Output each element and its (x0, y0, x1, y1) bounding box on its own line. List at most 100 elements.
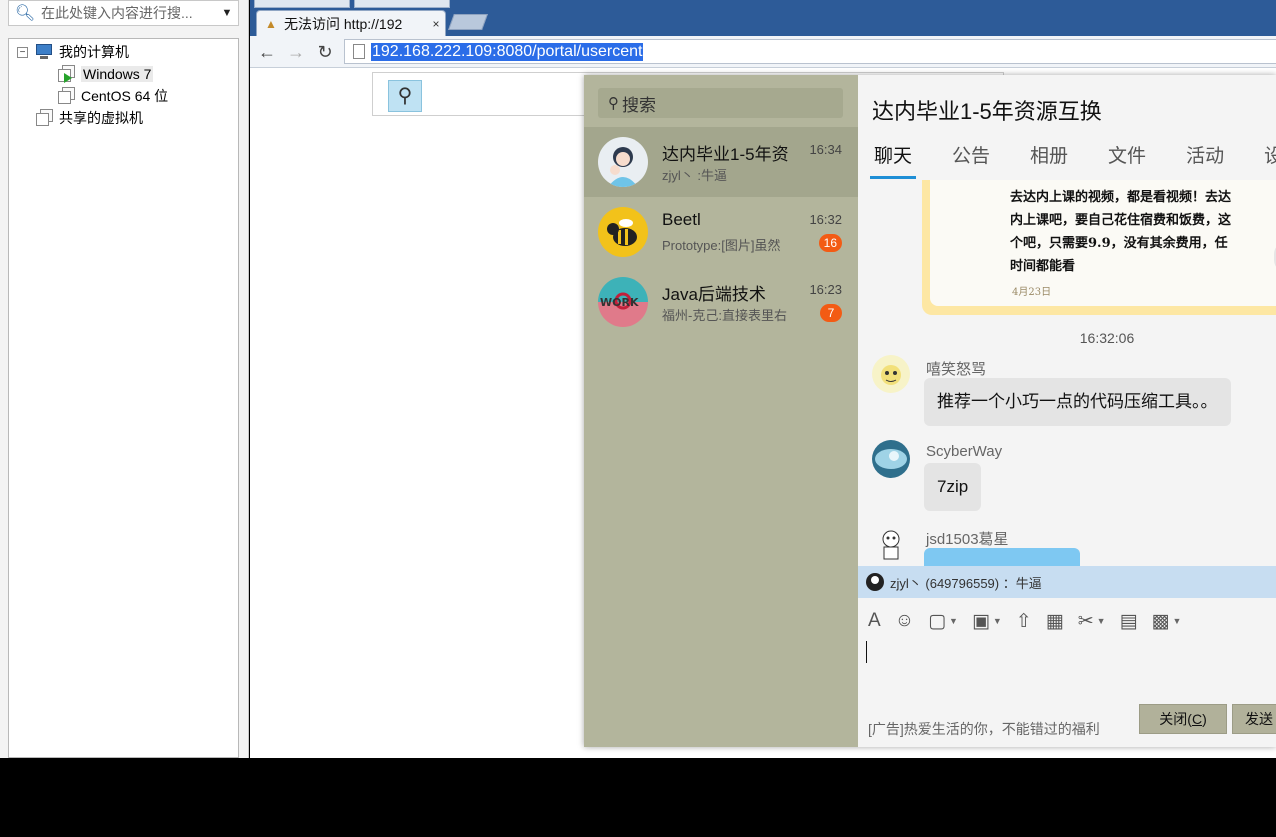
avatar (866, 573, 884, 591)
shared-vm-icon (35, 109, 55, 127)
vm-icon (57, 87, 77, 105)
chat-window: ⚲ 搜索 达内毕业1-5年资 16:34 zjyl丶 :牛逼 Beetl 16:… (584, 75, 1276, 747)
tree-item-centos[interactable]: CentOS 64 位 (57, 86, 168, 106)
tree-item-shared-vms[interactable]: 共享的虚拟机 (35, 108, 143, 128)
sender-name: 嘻笑怒骂 (926, 361, 987, 378)
message-input[interactable] (858, 638, 1276, 698)
poster-line: 时间都能看 (1010, 259, 1076, 274)
group-tabs: 聊天 公告 相册 文件 活动 设置 (870, 137, 1276, 179)
conversation-preview: zjyl丶 :牛逼 (662, 168, 728, 183)
sender-avatar[interactable] (872, 525, 910, 563)
conversation-item[interactable]: 达内毕业1-5年资 16:34 zjyl丶 :牛逼 (584, 127, 858, 197)
close-label-tail: ) (1202, 711, 1207, 727)
browser-toolbar: ← → ↻ 192.168.222.109:8080/portal/userce… (250, 36, 1276, 68)
gif-icon[interactable]: ▢ ▼ (928, 610, 958, 633)
tab-title: 无法访问 http://192 (284, 15, 403, 32)
tree-item-label: 共享的虚拟机 (59, 110, 143, 126)
search-icon: ⚲ (608, 95, 619, 112)
close-label: 关闭( (1159, 711, 1192, 727)
background-tab[interactable] (254, 0, 350, 8)
vm-tree: − 我的计算机 Windows 7 CentOS 64 位 共享的虚拟机 (8, 38, 239, 758)
font-icon[interactable]: A (868, 610, 881, 632)
chevron-down-icon: ▼ (949, 616, 958, 626)
conversation-name: Beetl (662, 210, 701, 229)
sender-avatar[interactable] (872, 355, 910, 393)
message-bubble[interactable] (924, 548, 1080, 566)
bee-avatar (598, 207, 648, 257)
work-avatar: WORK (598, 277, 648, 327)
tree-item-label: Windows 7 (81, 66, 154, 82)
unread-badge: 16 (818, 234, 842, 252)
chevron-down-icon: ▼ (992, 616, 1002, 626)
message-list: 去达内上课的视频，都是看视频！去达 内上课吧，要自己花住宿费和饭费，这 个吧，只… (858, 180, 1276, 566)
quoted-text: zjyl丶 (649796559) ：牛逼 (890, 575, 1042, 591)
chevron-down-icon[interactable]: ▼ (216, 7, 238, 19)
upload-icon[interactable]: ⇧ (1016, 610, 1032, 633)
back-arrow-icon[interactable]: ← (255, 40, 279, 64)
close-button[interactable]: 关闭(C) (1139, 704, 1227, 734)
group-avatar (598, 137, 648, 187)
address-bar[interactable]: 192.168.222.109:8080/portal/usercent (344, 39, 1276, 64)
emoji-icon[interactable]: ☺ (895, 610, 914, 632)
quoted-message-bar[interactable]: zjyl丶 (649796559) ：牛逼 (858, 566, 1276, 598)
search-icon[interactable]: ⚲ (388, 80, 422, 112)
close-shortcut: C (1191, 711, 1203, 727)
sender-name: jsd1503葛星 (926, 531, 1009, 548)
scissors-icon[interactable]: ✂ ▼ (1078, 610, 1106, 633)
conversation-item[interactable]: WORK Java后端技术 16:23 福州-克己:直接表里右 7 (584, 267, 858, 337)
message-bubble[interactable]: 7zip (924, 463, 982, 511)
conversation-time: 16:32 (809, 212, 842, 227)
poster-line: 内上课吧，要自己花住宿费和饭费，这 (1010, 213, 1232, 228)
chat-history-icon[interactable]: ▩ ▼ (1152, 610, 1182, 633)
background-tab[interactable] (354, 0, 450, 8)
screen-bottom-bar (0, 758, 1276, 837)
poster-line: 去达内上课的视频，都是看视频！去达 (1010, 190, 1232, 205)
browser-tab-strip: ▲ 无法访问 http://192 × (250, 0, 1276, 36)
image-message[interactable]: 去达内上课的视频，都是看视频！去达 内上课吧，要自己花住宿费和饭费，这 个吧，只… (922, 180, 1276, 315)
search-icon: 🔍︎ (14, 5, 36, 22)
sender-name: ScyberWay (926, 443, 1003, 460)
group-title: 达内毕业1-5年资源互换 (872, 99, 1102, 124)
svg-text:WORK: WORK (600, 296, 639, 309)
conversation-time: 16:23 (809, 282, 842, 297)
screen: 🔍︎ 在此处键入内容进行搜... ▼ − 我的计算机 Windows 7 Cen… (0, 0, 1276, 837)
message-bubble[interactable]: 推荐一个小巧一点的代码压缩工具。。 (924, 378, 1231, 426)
close-tab-icon[interactable]: × (427, 17, 445, 31)
message-timestamp: 16:32:06 (1079, 330, 1135, 346)
input-toolbar: A ☺ ▢ ▼ ▣ ▼ ⇧ ▦ ✂ ▼ ▤ ▩ ▼ (868, 606, 1195, 636)
tree-item-label: CentOS 64 位 (81, 88, 169, 104)
tab-announcement[interactable]: 公告 (948, 137, 994, 179)
tab-active[interactable]: ▲ 无法访问 http://192 × (256, 10, 446, 36)
chat-search-box[interactable]: ⚲ 搜索 (598, 88, 843, 118)
unread-badge: 7 (820, 304, 842, 322)
gift-icon[interactable]: ▦ (1046, 610, 1064, 633)
poster-content: 去达内上课的视频，都是看视频！去达 内上课吧，要自己花住宿费和饭费，这 个吧，只… (930, 180, 1276, 306)
chevron-down-icon: ▼ (1172, 616, 1182, 626)
tab-files[interactable]: 文件 (1104, 137, 1150, 179)
conversation-item[interactable]: Beetl 16:32 Prototype:[图片]虽然 16 (584, 197, 858, 267)
background-tabs (254, 0, 594, 8)
sender-avatar[interactable] (872, 440, 910, 478)
reload-icon[interactable]: ↻ (313, 40, 337, 64)
favicon-icon: ▲ (265, 16, 277, 31)
tab-settings[interactable]: 设置 (1260, 137, 1276, 179)
tab-chat[interactable]: 聊天 (870, 137, 917, 179)
tree-item-my-computer[interactable]: − 我的计算机 (17, 42, 129, 62)
tab-album[interactable]: 相册 (1026, 137, 1072, 179)
chat-search-input[interactable]: 搜索 (622, 91, 656, 116)
vm-search-box[interactable]: 🔍︎ 在此处键入内容进行搜... ▼ (8, 0, 239, 26)
tree-item-windows7[interactable]: Windows 7 (57, 64, 154, 84)
forward-arrow-icon[interactable]: → (284, 40, 308, 64)
conversation-name: Java后端技术 (662, 285, 766, 304)
archive-icon[interactable]: ▤ (1120, 610, 1138, 633)
conversation-list: ⚲ 搜索 达内毕业1-5年资 16:34 zjyl丶 :牛逼 Beetl 16:… (584, 75, 858, 747)
image-icon[interactable]: ▣ ▼ (972, 610, 1002, 633)
ad-link[interactable]: [广告]热爱生活的你，不能错过的福利 (868, 719, 1100, 739)
collapse-icon[interactable]: − (17, 46, 28, 58)
url-text[interactable]: 192.168.222.109:8080/portal/usercent (371, 42, 644, 61)
new-tab-button[interactable] (448, 14, 488, 30)
tab-activities[interactable]: 活动 (1182, 137, 1228, 179)
chat-panel: 达内毕业1-5年资源互换 聊天 公告 相册 文件 活动 设置 去达内上课的视频，… (858, 75, 1276, 747)
send-button[interactable]: 发送 (1232, 704, 1276, 734)
vm-search-input[interactable]: 在此处键入内容进行搜... (41, 3, 216, 23)
